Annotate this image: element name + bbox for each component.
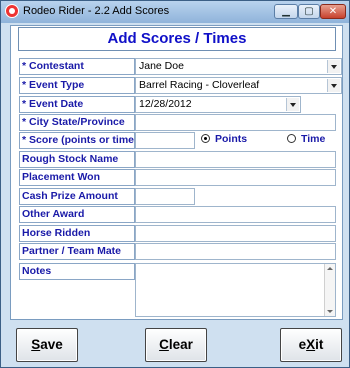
contestant-combo[interactable]: Jane Doe	[135, 58, 342, 75]
form-header: Add Scores / Times	[18, 27, 336, 51]
placement-label: Placement Won	[19, 169, 135, 186]
close-button[interactable]: ✕	[320, 4, 346, 19]
title-bar[interactable]: Rodeo Rider - 2.2 Add Scores ▁ ▢ ✕	[1, 1, 349, 23]
points-radio-button[interactable]	[201, 134, 210, 143]
exit-label-prefix: e	[298, 337, 307, 352]
notes-scrollbar[interactable]	[324, 264, 335, 316]
event-type-combo[interactable]: Barrel Racing - Cloverleaf	[135, 77, 342, 94]
clear-button[interactable]: Clear	[145, 328, 207, 362]
partner-input[interactable]	[135, 243, 336, 260]
clear-accelerator: C	[159, 337, 169, 352]
maximize-button[interactable]: ▢	[298, 4, 320, 19]
cash-prize-input[interactable]	[135, 188, 195, 205]
time-radio-button[interactable]	[287, 134, 296, 143]
rough-stock-input[interactable]	[135, 151, 336, 168]
score-label: * Score (points or time)	[19, 132, 135, 149]
minimize-icon: ▁	[282, 6, 290, 17]
event-date-value: 12/28/2012	[139, 98, 192, 110]
placement-input[interactable]	[135, 169, 336, 186]
event-date-picker[interactable]: 12/28/2012	[135, 96, 301, 113]
score-input[interactable]	[135, 132, 195, 149]
scroll-up-icon[interactable]	[327, 267, 333, 270]
other-award-label: Other Award	[19, 206, 135, 223]
cash-prize-label: Cash Prize Amount	[19, 188, 135, 205]
window-title: Rodeo Rider - 2.2 Add Scores	[23, 5, 170, 17]
form-panel: Add Scores / Times * Contestant Jane Doe…	[10, 25, 343, 320]
time-radio-label[interactable]: Time	[301, 132, 325, 147]
event-type-value: Barrel Racing - Cloverleaf	[139, 79, 260, 91]
event-type-label: * Event Type	[19, 77, 135, 94]
other-award-input[interactable]	[135, 206, 336, 223]
exit-button[interactable]: eXit	[280, 328, 342, 362]
minimize-button[interactable]: ▁	[274, 4, 298, 19]
app-window: Rodeo Rider - 2.2 Add Scores ▁ ▢ ✕ Add S…	[0, 0, 350, 368]
contestant-label: * Contestant	[19, 58, 135, 75]
save-accelerator: S	[31, 337, 41, 352]
notes-label: Notes	[19, 263, 135, 280]
event-date-dropdown-arrow-icon[interactable]	[286, 98, 299, 111]
horse-ridden-input[interactable]	[135, 225, 336, 242]
event-date-label: * Event Date	[19, 96, 135, 113]
city-state-label: * City State/Province	[19, 114, 135, 131]
points-radio-option[interactable]: Points	[201, 132, 267, 149]
exit-label: it	[315, 337, 324, 352]
contestant-value: Jane Doe	[139, 60, 184, 72]
notes-textarea[interactable]	[135, 263, 336, 317]
time-radio-option[interactable]: Time	[287, 132, 337, 149]
save-button[interactable]: Save	[16, 328, 78, 362]
exit-accelerator: X	[306, 337, 316, 352]
partner-label: Partner / Team Mate	[19, 243, 135, 260]
scroll-down-icon[interactable]	[327, 310, 333, 313]
maximize-icon: ▢	[304, 6, 314, 17]
points-radio-label[interactable]: Points	[215, 132, 247, 147]
rodeo-app-icon	[5, 4, 19, 18]
city-state-input[interactable]	[135, 114, 336, 131]
close-icon: ✕	[328, 6, 338, 17]
save-label: ave	[40, 337, 63, 352]
horse-ridden-label: Horse Ridden	[19, 225, 135, 242]
clear-label: lear	[168, 337, 193, 352]
event-type-dropdown-arrow-icon[interactable]	[327, 79, 340, 92]
contestant-dropdown-arrow-icon[interactable]	[327, 60, 340, 73]
rough-stock-label: Rough Stock Name	[19, 151, 135, 168]
